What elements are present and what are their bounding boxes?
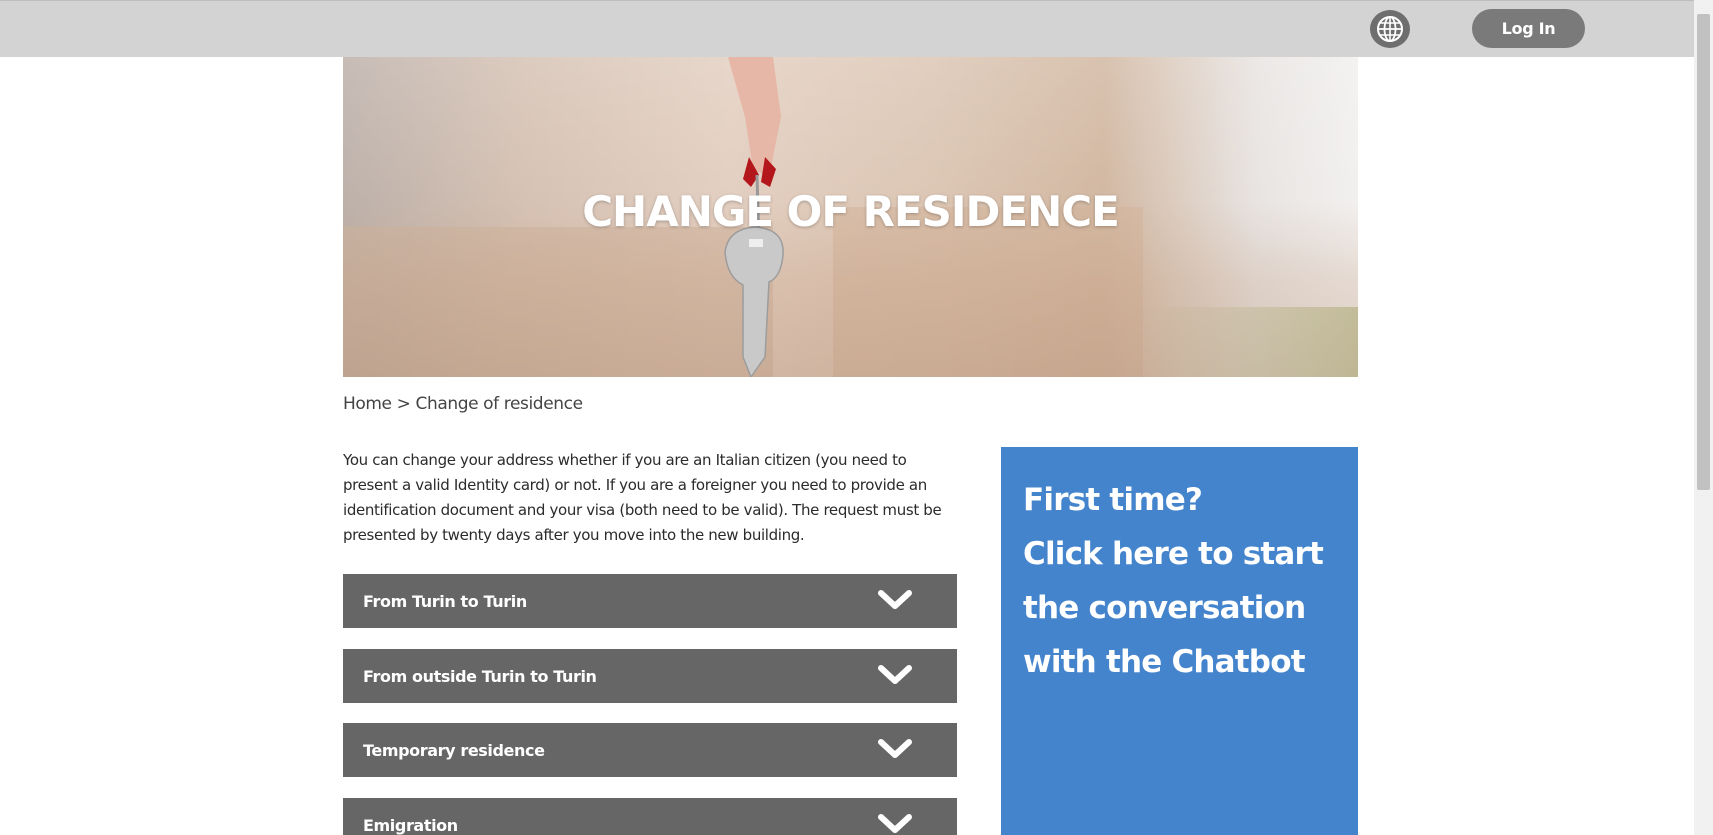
accordion-item-label: From Turin to Turin	[363, 591, 527, 611]
chevron-down-icon	[878, 814, 912, 833]
chatbot-line: with the Chatbot	[1023, 644, 1306, 680]
hero-banner: CHANGE OF RESIDENCE	[343, 57, 1358, 377]
breadcrumb-home-link[interactable]: Home	[343, 394, 392, 414]
chatbot-line: Click here to start	[1023, 536, 1324, 572]
globe-icon	[1377, 16, 1403, 42]
accordion-item-emigration[interactable]: Emigration	[343, 798, 957, 835]
breadcrumb: Home > Change of residence	[343, 394, 583, 414]
accordion-item-label: Emigration	[363, 815, 458, 835]
accordion-item-outside-turin[interactable]: From outside Turin to Turin	[343, 649, 957, 703]
accordion-item-turin-to-turin[interactable]: From Turin to Turin	[343, 574, 957, 628]
chatbot-line: the conversation	[1023, 590, 1306, 626]
vertical-scrollbar[interactable]	[1694, 0, 1713, 835]
chatbot-line: First time?	[1023, 482, 1203, 518]
intro-paragraph: You can change your address whether if y…	[343, 451, 942, 544]
accordion-item-label: Temporary residence	[363, 740, 545, 760]
page-title: CHANGE OF RESIDENCE	[582, 187, 1120, 236]
top-bar: Log In	[0, 0, 1694, 57]
scrollbar-thumb[interactable]	[1697, 14, 1710, 490]
accordion-item-temporary-residence[interactable]: Temporary residence	[343, 723, 957, 777]
chatbot-panel[interactable]: First time? Click here to start the conv…	[1001, 447, 1358, 835]
chevron-down-icon	[878, 590, 912, 609]
chevron-down-icon	[878, 739, 912, 758]
login-button[interactable]: Log In	[1472, 9, 1585, 48]
breadcrumb-current: Change of residence	[415, 394, 583, 414]
breadcrumb-separator: >	[391, 394, 416, 414]
chevron-down-icon	[878, 665, 912, 684]
accordion-item-label: From outside Turin to Turin	[363, 666, 597, 686]
language-button[interactable]	[1370, 10, 1410, 48]
